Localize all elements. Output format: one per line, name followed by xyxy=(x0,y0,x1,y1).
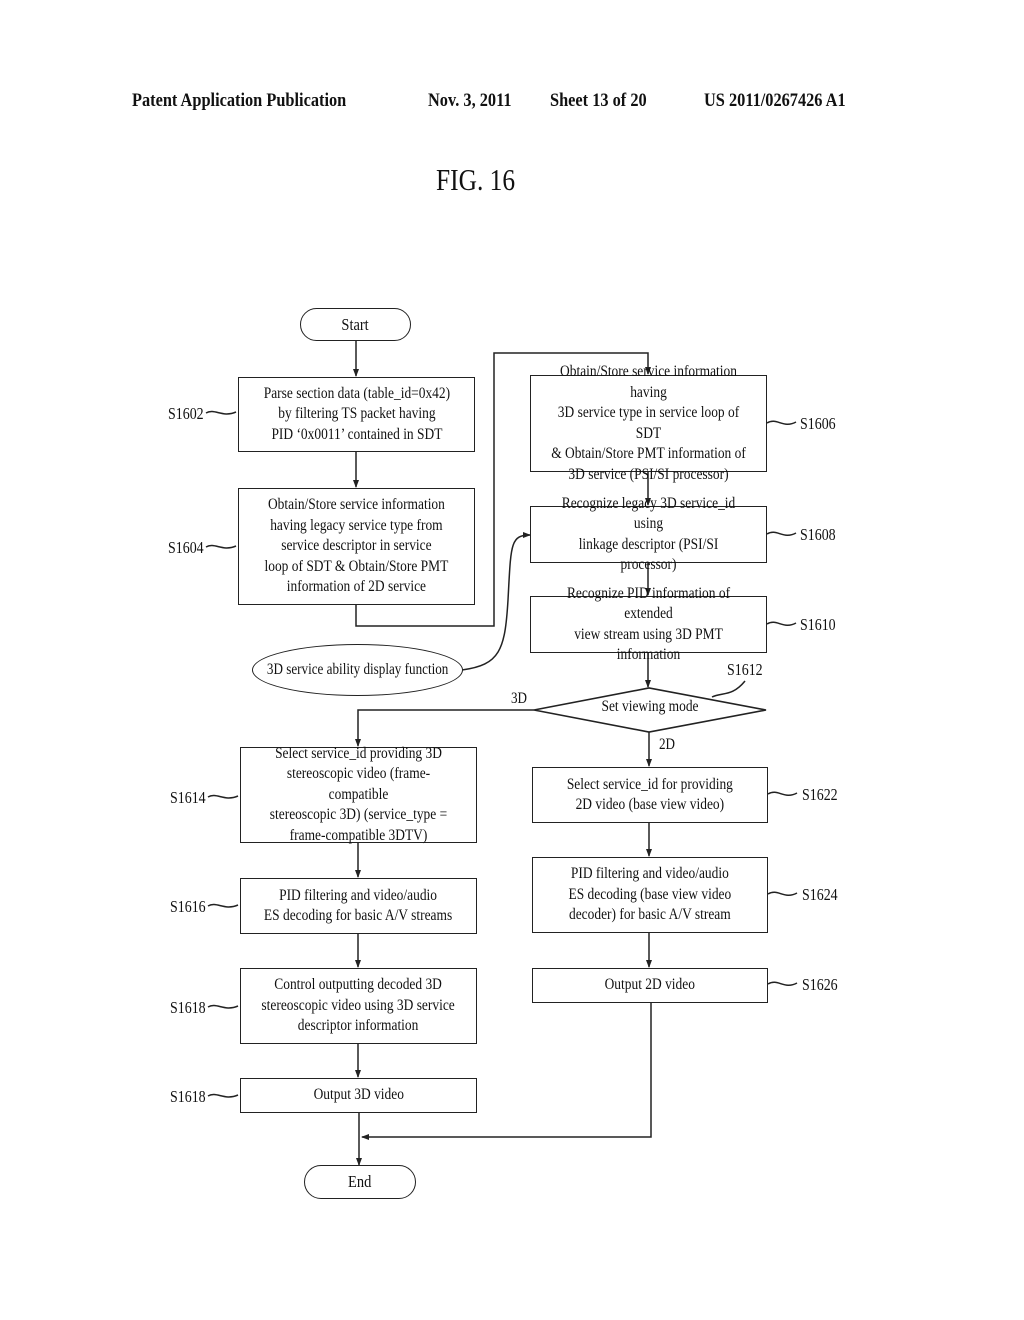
step-s1608-box: Recognize legacy 3D service_id using lin… xyxy=(530,495,767,573)
leader-s1606 xyxy=(766,420,797,426)
step-s1624-label: S1624 xyxy=(802,885,838,904)
branch-3d-label: 3D xyxy=(511,690,528,707)
leader-s1604 xyxy=(205,544,237,549)
step-s1610-box: Recognize PID information of extended vi… xyxy=(530,585,767,663)
step-s1618b-text: Output 3D video xyxy=(313,1086,404,1104)
leader-s1618a xyxy=(207,1004,239,1009)
step-s1616-label: S1616 xyxy=(170,897,206,916)
decision-s1612-text: Set viewing mode xyxy=(601,698,699,715)
step-s1606-box: Obtain/Store service information having … xyxy=(530,363,767,483)
leader-s1624 xyxy=(767,891,798,897)
start-label: Start xyxy=(341,314,370,334)
step-s1604-text: Obtain/Store service information having … xyxy=(264,496,449,596)
step-s1618a-box: Control outputting decoded 3D stereoscop… xyxy=(240,968,477,1044)
step-s1616-text: PID filtering and video/audio ES decodin… xyxy=(264,886,453,925)
arrow-s1612-s1614 xyxy=(355,709,534,747)
leader-s1612 xyxy=(711,680,746,698)
leader-s1608 xyxy=(766,531,797,537)
ability-display-function-oval: 3D service ability display function xyxy=(252,644,463,696)
step-s1602-text: Parse section data (table_id=0x42) by fi… xyxy=(263,384,450,443)
step-s1614-text: Select service_id providing 3D stereosco… xyxy=(269,744,448,844)
step-s1604-box: Obtain/Store service information having … xyxy=(238,488,475,605)
step-s1606-text: Obtain/Store service information having … xyxy=(551,363,746,483)
end-label: End xyxy=(348,1172,372,1191)
step-s1604-label: S1604 xyxy=(168,538,204,557)
step-s1608-text: Recognize legacy 3D service_id using lin… xyxy=(561,494,736,574)
step-s1614-box: Select service_id providing 3D stereosco… xyxy=(240,745,477,844)
step-s1626-label: S1626 xyxy=(802,975,838,994)
step-s1618b-label: S1618 xyxy=(170,1087,206,1106)
step-s1624-text: PID filtering and video/audio ES decodin… xyxy=(568,865,732,924)
step-s1618a-label: S1618 xyxy=(170,998,206,1017)
step-s1624-box: PID filtering and video/audio ES decodin… xyxy=(532,857,768,933)
step-s1612-label: S1612 xyxy=(727,660,763,679)
step-s1616-box: PID filtering and video/audio ES decodin… xyxy=(240,878,477,934)
leader-s1622 xyxy=(767,791,798,797)
step-s1622-text: Select service_id for providing 2D video… xyxy=(566,775,734,814)
step-s1602-label: S1602 xyxy=(168,404,204,423)
step-s1622-box: Select service_id for providing 2D video… xyxy=(532,767,768,823)
step-s1614-label: S1614 xyxy=(170,788,206,807)
step-s1626-box: Output 2D video xyxy=(532,968,768,1003)
step-s1618a-text: Control outputting decoded 3D stereoscop… xyxy=(261,976,456,1035)
step-s1610-label: S1610 xyxy=(800,615,836,634)
ability-display-function-label: 3D service ability display function xyxy=(266,661,449,678)
step-s1608-label: S1608 xyxy=(800,525,836,544)
branch-2d-label: 2D xyxy=(659,736,676,753)
end-terminal: End xyxy=(304,1165,416,1199)
leader-s1602 xyxy=(205,410,237,415)
step-s1610-text: Recognize PID information of extended vi… xyxy=(566,584,731,664)
start-terminal: Start xyxy=(300,308,411,341)
connector-layer xyxy=(205,340,798,1166)
leader-s1610 xyxy=(766,621,797,627)
step-s1626-text: Output 2D video xyxy=(604,976,696,994)
step-s1606-label: S1606 xyxy=(800,414,836,433)
leader-s1626 xyxy=(767,981,798,987)
leader-s1618b xyxy=(207,1093,239,1098)
leader-s1614 xyxy=(207,794,239,799)
step-s1618b-box: Output 3D video xyxy=(240,1078,477,1113)
leader-s1616 xyxy=(207,903,239,908)
step-s1602-box: Parse section data (table_id=0x42) by fi… xyxy=(238,377,475,452)
step-s1622-label: S1622 xyxy=(802,785,838,804)
